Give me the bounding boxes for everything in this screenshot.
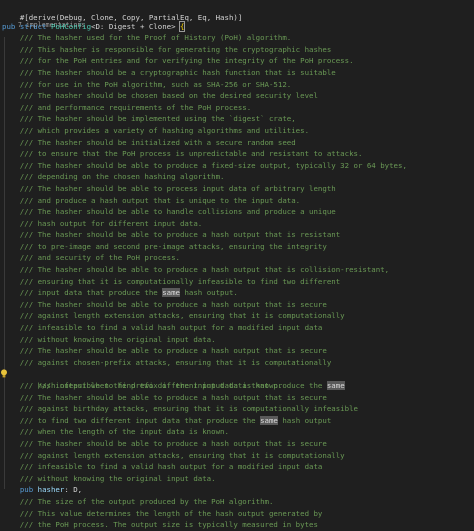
struct-name: PoHConfig [50,21,92,31]
doc-comment-line[interactable]: /// against length extension attacks, en… [0,450,474,462]
field-name: hasher [37,485,65,495]
doc-comment-block-3: /// hash output when the prefix of the i… [0,380,474,415]
doc-comment-line[interactable]: /// the PoH process. The output size is … [0,519,474,531]
doc-comment-line[interactable]: /// The hasher should be able to produce… [0,299,474,311]
struct-keyword: struct [19,21,47,31]
doc-line-same-a[interactable]: /// input data that produce the same has… [0,287,474,299]
lightbulb-icon[interactable] [0,369,8,378]
doc-comment-line[interactable]: /// The hasher should be able to process… [0,183,474,195]
doc-comment-line[interactable]: /// ensuring that it is computationally … [0,276,474,288]
doc-comment-block-4: /// when the length of the input data is… [0,426,474,484]
doc-comment-line[interactable]: /// and performance requirements of the … [0,102,474,114]
doc-comment-line[interactable]: /// to pre-image and second pre-image at… [0,241,474,253]
pub-keyword: pub [19,485,34,495]
doc-comment-line[interactable]: /// against length extension attacks, en… [0,310,474,322]
doc-comment-line[interactable]: /// The hasher should be able to produce… [0,229,474,241]
doc-comment-line[interactable]: /// The hasher should be implemented usi… [0,113,474,125]
doc-comment-line[interactable]: /// The hasher should be able to produce… [0,438,474,450]
doc-comment-line[interactable]: /// This value determines the length of … [0,508,474,520]
doc-comment-line[interactable]: /// for the PoH entries and for verifyin… [0,55,474,67]
doc-comment-line[interactable]: /// The hasher should be able to produce… [0,345,474,357]
doc-comment-line[interactable]: /// The hasher should be a cryptographic… [0,67,474,79]
doc-comment-block-1: /// The hasher used for the Proof of His… [0,32,474,287]
doc-comment-line[interactable]: /// The hasher should be able to produce… [0,264,474,276]
doc-comment-line[interactable]: /// and security of the PoH process. [0,252,474,264]
doc-comment-line[interactable]: /// The hasher should be able to produce… [0,392,474,404]
doc-comment-line[interactable]: /// The hasher used for the Proof of His… [0,32,474,44]
doc-comment-line[interactable]: /// when the length of the input data is… [0,426,474,438]
doc-comment-line[interactable]: /// without knowing the original input d… [0,473,474,485]
doc-comment-line[interactable]: /// without knowing the original input d… [0,334,474,346]
doc-comment-line[interactable]: /// hash output for different input data… [0,218,474,230]
doc-comment-block-5: /// The size of the output produced by t… [0,496,474,531]
doc-text: hash output [277,415,332,425]
doc-text: /// to find two different input data tha… [2,415,261,425]
doc-comment-line[interactable]: /// and produce a hash output that is un… [0,195,474,207]
search-highlight-same: same [162,288,180,298]
generic-params: <D: Digest + Clone> [91,21,176,31]
field-type: : D, [64,485,83,495]
doc-comment-line[interactable]: /// infeasible to find a valid hash outp… [0,461,474,473]
doc-comment-line[interactable]: /// The hasher should be able to produce… [0,160,474,172]
doc-line-same-b[interactable]: /// infeasible to find two different inp… [0,368,474,390]
doc-comment-line[interactable]: /// The hasher should be initialized wit… [0,137,474,149]
code-editor[interactable]: #[derive(Debug, Clone, Copy, PartialEq, … [0,0,474,529]
doc-comment-line[interactable]: /// The hasher should be chosen based on… [0,90,474,102]
doc-comment-line[interactable]: /// The size of the output produced by t… [0,496,474,508]
search-highlight-same: same [260,415,278,425]
doc-comment-line[interactable]: /// against birthday attacks, ensuring t… [0,403,474,415]
derive-attribute-line[interactable]: #[derive(Debug, Clone, Copy, PartialEq, … [0,0,474,22]
codelens-implementations[interactable]: 7 implementations [0,12,474,29]
doc-text: /// input data that produce the [2,288,163,298]
doc-comment-line[interactable]: /// to ensure that the PoH process is un… [0,148,474,160]
doc-comment-line[interactable]: /// which provides a variety of hashing … [0,125,474,137]
doc-comment-line[interactable]: /// for use in the PoH algorithm, such a… [0,79,474,91]
doc-comment-line[interactable]: /// depending on the chosen hashing algo… [0,171,474,183]
doc-comment-line[interactable]: /// infeasible to find a valid hash outp… [0,322,474,334]
doc-text: hash output. [180,288,238,298]
open-brace: { [178,20,186,32]
field-declaration-line[interactable]: pub hasher: D, [0,484,474,496]
pub-keyword: pub [2,21,16,31]
doc-comment-line[interactable]: /// against chosen-prefix attacks, ensur… [0,357,474,369]
doc-comment-line[interactable]: /// This hasher is responsible for gener… [0,44,474,56]
doc-comment-block-2: /// The hasher should be able to produce… [0,299,474,369]
doc-comment-line[interactable]: /// hash output when the prefix of the i… [0,380,474,392]
struct-declaration-line[interactable]: pub struct PoHConfig<D: Digest + Clone> … [0,20,474,33]
doc-line-same-c[interactable]: /// to find two different input data tha… [0,415,474,427]
doc-comment-line[interactable]: /// The hasher should be able to handle … [0,206,474,218]
